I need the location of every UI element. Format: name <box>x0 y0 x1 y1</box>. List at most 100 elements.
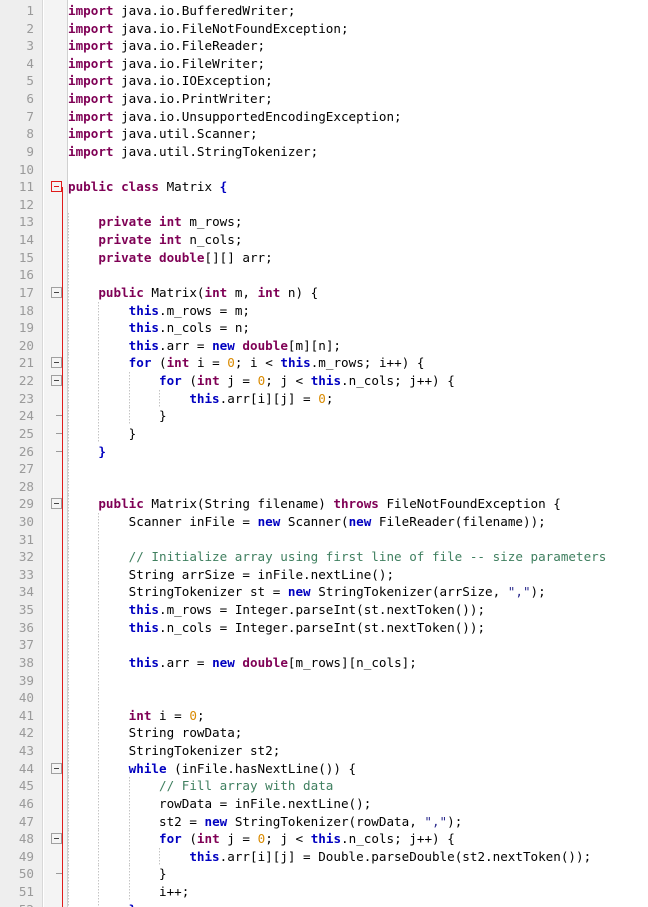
code-text[interactable]: } <box>68 901 137 907</box>
code-line[interactable]: 45 // Fill array with data <box>0 777 648 795</box>
code-text[interactable]: StringTokenizer st = new StringTokenizer… <box>68 583 546 601</box>
code-line[interactable]: 11 public class Matrix { <box>0 178 648 196</box>
code-line[interactable]: 52 } <box>0 900 648 907</box>
code-line[interactable]: 31 <box>0 530 648 549</box>
code-line[interactable]: 50 } <box>0 865 648 883</box>
code-line[interactable]: 51 i++; <box>0 883 648 901</box>
code-text[interactable]: this.m_rows = Integer.parseInt(st.nextTo… <box>68 601 485 619</box>
code-text[interactable]: i++; <box>68 883 189 901</box>
code-text[interactable]: this.m_rows = m; <box>68 302 250 320</box>
code-line[interactable]: 9 import java.util.StringTokenizer; <box>0 143 648 161</box>
code-text[interactable]: Scanner inFile = new Scanner(new FileRea… <box>68 513 546 531</box>
code-line[interactable]: 17 public Matrix(int m, int n) { <box>0 283 648 302</box>
code-line[interactable]: 33 String arrSize = inFile.nextLine(); <box>0 565 648 584</box>
code-text[interactable]: private double[][] arr; <box>68 249 272 267</box>
code-text[interactable]: import java.io.IOException; <box>68 72 273 90</box>
code-text[interactable]: } <box>68 407 167 425</box>
code-line[interactable]: 25 } <box>0 424 648 443</box>
code-line[interactable]: 39 <box>0 671 648 690</box>
code-text[interactable]: import java.io.FileReader; <box>68 37 265 55</box>
code-line[interactable]: 13 private int m_rows; <box>0 213 648 232</box>
code-line[interactable]: 36 this.n_cols = Integer.parseInt(st.nex… <box>0 618 648 637</box>
code-text[interactable]: } <box>68 443 106 461</box>
code-line[interactable]: 37 <box>0 636 648 654</box>
code-line[interactable]: 46 rowData = inFile.nextLine(); <box>0 794 648 813</box>
code-text[interactable]: import java.io.BufferedWriter; <box>68 2 295 20</box>
code-line[interactable]: 7 import java.io.UnsupportedEncodingExcep… <box>0 108 648 126</box>
code-text[interactable]: public Matrix(String filename) throws Fi… <box>68 495 561 513</box>
code-text[interactable]: import java.io.FileNotFoundException; <box>68 20 349 38</box>
fold-collapse-icon[interactable] <box>51 357 62 369</box>
code-line[interactable]: 26 } <box>0 442 648 461</box>
code-text[interactable]: this.arr = new double[m_rows][n_cols]; <box>68 654 417 672</box>
code-text[interactable]: String rowData; <box>68 724 243 742</box>
code-line[interactable]: 14 private int n_cols; <box>0 231 648 249</box>
code-line[interactable]: 1 import java.io.BufferedWriter; <box>0 2 648 20</box>
code-line[interactable]: 8 import java.util.Scanner; <box>0 125 648 143</box>
code-text[interactable]: public class Matrix { <box>68 178 227 196</box>
code-text[interactable]: StringTokenizer st2; <box>68 742 281 760</box>
code-text[interactable]: } <box>68 425 137 443</box>
fold-collapse-icon[interactable] <box>51 498 62 510</box>
fold-collapse-icon[interactable] <box>51 286 62 298</box>
fold-collapse-icon[interactable] <box>51 375 62 387</box>
code-line[interactable]: 27 <box>0 460 648 478</box>
code-line[interactable]: 47 st2 = new StringTokenizer(rowData, ",… <box>0 812 648 831</box>
code-line[interactable]: 6 import java.io.PrintWriter; <box>0 90 648 108</box>
code-line[interactable]: 44 while (inFile.hasNextLine()) { <box>0 759 648 778</box>
code-text[interactable]: import java.util.StringTokenizer; <box>68 143 318 161</box>
code-text[interactable]: import java.io.PrintWriter; <box>68 90 273 108</box>
code-text[interactable]: public Matrix(int m, int n) { <box>68 284 318 302</box>
code-line[interactable]: 40 <box>0 689 648 707</box>
code-text[interactable]: for (int j = 0; j < this.n_cols; j++) { <box>68 830 455 848</box>
code-line[interactable]: 16 <box>0 266 648 284</box>
code-text[interactable]: import java.util.Scanner; <box>68 125 258 143</box>
code-line[interactable]: 15 private double[][] arr; <box>0 248 648 267</box>
code-line[interactable]: 22 for (int j = 0; j < this.n_cols; j++)… <box>0 372 648 390</box>
code-text[interactable]: this.n_cols = n; <box>68 319 250 337</box>
code-text[interactable]: for (int i = 0; i < this.m_rows; i++) { <box>68 354 425 372</box>
code-line[interactable]: 23 this.arr[i][j] = 0; <box>0 389 648 408</box>
code-line[interactable]: 30 Scanner inFile = new Scanner(new File… <box>0 512 648 531</box>
fold-collapse-icon[interactable] <box>51 833 62 845</box>
code-line[interactable]: 24 } <box>0 407 648 425</box>
code-editor[interactable]: 1 import java.io.BufferedWriter; 2 import j… <box>0 0 648 907</box>
code-text[interactable]: this.arr[i][j] = 0; <box>68 390 333 408</box>
code-text[interactable]: while (inFile.hasNextLine()) { <box>68 760 356 778</box>
code-line[interactable]: 3 import java.io.FileReader; <box>0 37 648 55</box>
code-text[interactable]: private int n_cols; <box>68 231 242 249</box>
code-text[interactable]: int i = 0; <box>68 707 205 725</box>
code-line[interactable]: 32 // Initialize array using first line … <box>0 548 648 566</box>
code-line[interactable]: 18 this.m_rows = m; <box>0 301 648 320</box>
fold-collapse-icon[interactable] <box>51 181 62 193</box>
code-line[interactable]: 21 for (int i = 0; i < this.m_rows; i++)… <box>0 354 648 372</box>
code-line[interactable]: 29 public Matrix(String filename) throws… <box>0 495 648 513</box>
code-line[interactable]: 41 int i = 0; <box>0 706 648 725</box>
code-line[interactable]: 19 this.n_cols = n; <box>0 319 648 337</box>
code-text[interactable]: this.arr = new double[m][n]; <box>68 337 341 355</box>
code-text[interactable]: String arrSize = inFile.nextLine(); <box>68 566 394 584</box>
code-text[interactable]: this.arr[i][j] = Double.parseDouble(st2.… <box>68 848 591 866</box>
fold-collapse-icon[interactable] <box>51 762 62 774</box>
code-line[interactable]: 5 import java.io.IOException; <box>0 72 648 90</box>
code-line[interactable]: 35 this.m_rows = Integer.parseInt(st.nex… <box>0 601 648 619</box>
code-line[interactable]: 34 StringTokenizer st = new StringTokeni… <box>0 583 648 602</box>
code-line[interactable]: 20 this.arr = new double[m][n]; <box>0 336 648 355</box>
code-text[interactable]: this.n_cols = Integer.parseInt(st.nextTo… <box>68 619 485 637</box>
code-text[interactable]: for (int j = 0; j < this.n_cols; j++) { <box>68 372 455 390</box>
code-line[interactable]: 28 <box>0 477 648 496</box>
code-line[interactable]: 4 import java.io.FileWriter; <box>0 55 648 73</box>
code-text[interactable]: // Fill array with data <box>68 777 333 795</box>
code-line[interactable]: 2 import java.io.FileNotFoundException; <box>0 20 648 38</box>
code-text[interactable]: // Initialize array using first line of … <box>68 548 607 566</box>
code-text[interactable]: import java.io.FileWriter; <box>68 55 265 73</box>
code-line[interactable]: 10 <box>0 161 648 179</box>
code-text[interactable]: } <box>68 865 167 883</box>
code-text[interactable]: private int m_rows; <box>68 213 242 231</box>
code-line[interactable]: 42 String rowData; <box>0 724 648 743</box>
code-line[interactable]: 49 this.arr[i][j] = Double.parseDouble(s… <box>0 847 648 866</box>
code-line[interactable]: 48 for (int j = 0; j < this.n_cols; j++)… <box>0 830 648 848</box>
code-text[interactable]: rowData = inFile.nextLine(); <box>68 795 371 813</box>
code-line[interactable]: 12 <box>0 196 648 214</box>
code-line[interactable]: 38 this.arr = new double[m_rows][n_cols]… <box>0 653 648 672</box>
